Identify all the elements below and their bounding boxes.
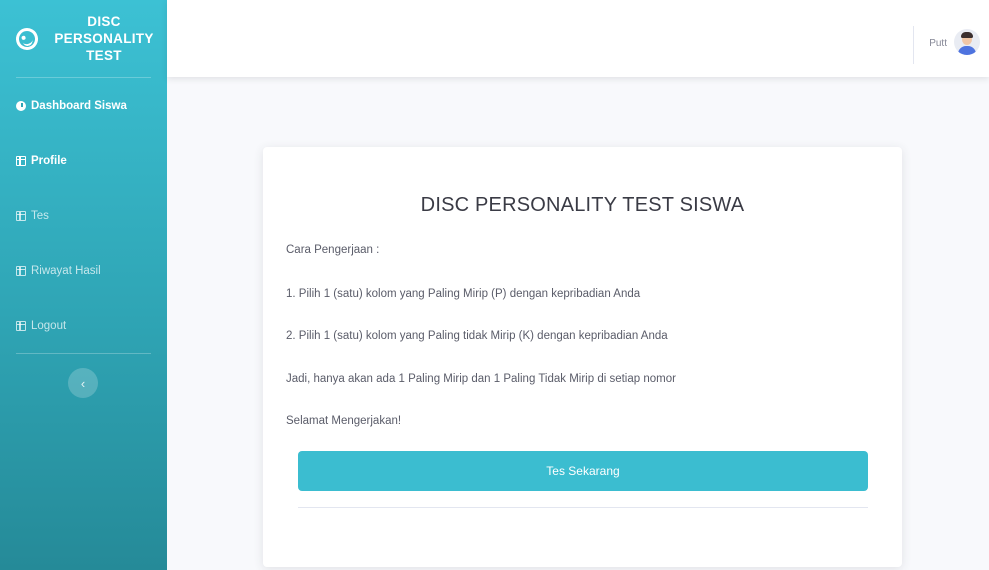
page-title: DISC PERSONALITY TEST SISWA [420,194,745,216]
smile-wink-icon [13,25,41,52]
sidebar: DISC PERSONALITY TEST Dashboard Siswa Pr… [0,0,167,570]
sidebar-item-label: Dashboard Siswa [31,99,127,112]
start-test-button[interactable]: Tes Sekarang [298,451,868,491]
topbar-divider [913,26,914,64]
sidebar-item-label: Tes [31,209,49,222]
avatar[interactable] [954,29,980,55]
closing-text: Selamat Mengerjakan! [286,415,402,427]
chevron-left-icon: ‹ [80,375,86,391]
sidebar-item-riwayat-hasil[interactable]: Riwayat Hasil [0,243,167,298]
sidebar-item-label: Profile [31,154,67,167]
instructions-heading: Cara Pengerjaan : [286,244,380,256]
sidebar-item-tes[interactable]: Tes [0,188,167,243]
avatar-body [958,46,976,55]
avatar-hair [961,32,973,38]
user-name[interactable]: Putt [929,38,947,49]
table-icon [16,210,26,221]
test-intro-card: DISC PERSONALITY TEST SISWA Cara Pengerj… [263,147,902,567]
brand-title-line: TEST [86,48,122,63]
sidebar-item-label: Riwayat Hasil [31,264,101,277]
brand-title-line: PERSONALITY [54,31,154,46]
instruction-step-1: 1. Pilih 1 (satu) kolom yang Paling Miri… [286,288,641,300]
sidebar-item-dashboard[interactable]: Dashboard Siswa [0,78,167,133]
sidebar-item-label: Logout [31,319,67,332]
table-icon [16,155,26,166]
sidebar-item-logout[interactable]: Logout [0,298,167,353]
card-divider [298,507,868,508]
brand-title: DISC PERSONALITY TEST [48,13,160,64]
instruction-note: Jadi, hanya akan ada 1 Paling Mirip dan … [286,373,676,385]
sidebar-toggle-button[interactable]: ‹ [68,368,98,398]
instruction-step-2: 2. Pilih 1 (satu) kolom yang Paling tida… [286,330,668,342]
brand-title-line: DISC [87,14,121,29]
brand[interactable]: DISC PERSONALITY TEST [0,0,167,77]
table-icon [16,265,26,276]
topbar: Putt [167,0,989,77]
gauge-icon [16,100,26,111]
sidebar-divider [16,353,151,354]
table-icon [16,320,26,331]
sidebar-item-profile[interactable]: Profile [0,133,167,188]
